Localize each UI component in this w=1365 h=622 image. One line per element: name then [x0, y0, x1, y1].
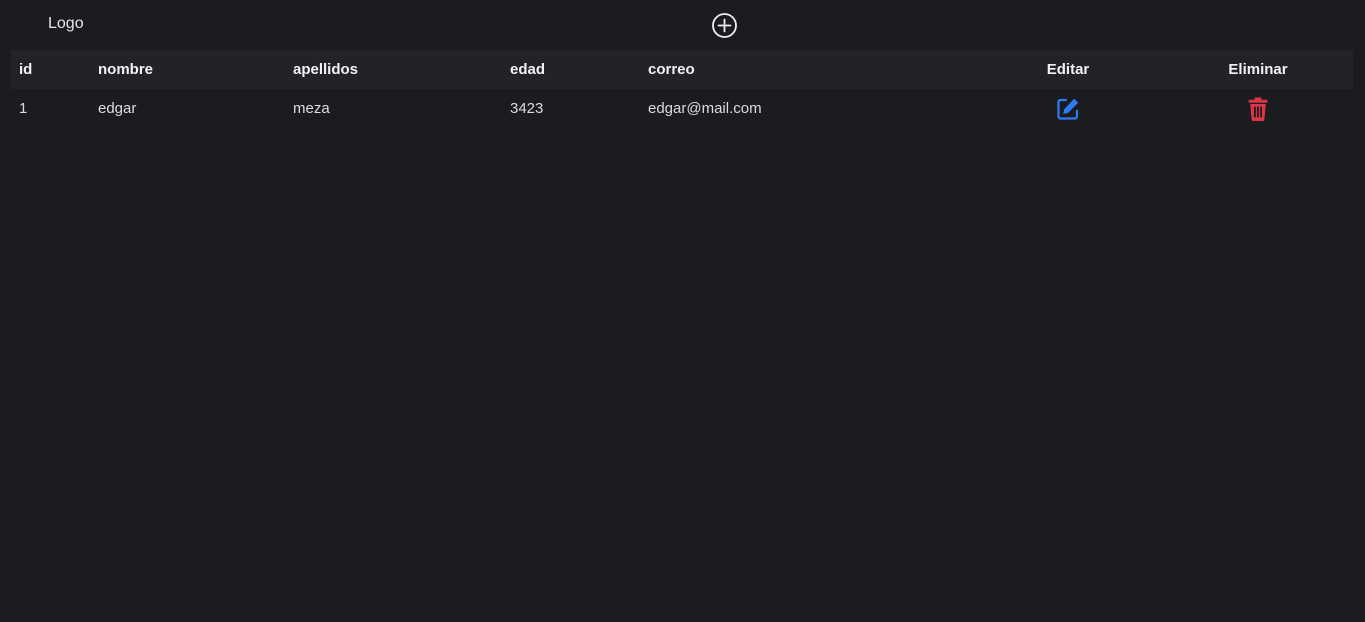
cell-id: 1: [19, 100, 28, 117]
plus-circle-icon[interactable]: [711, 12, 738, 39]
cell-eliminar: [1163, 89, 1353, 128]
logo[interactable]: Logo: [48, 15, 84, 33]
navbar: Logo: [0, 0, 1365, 50]
cell-editar: [973, 89, 1163, 128]
table-row: 1 edgar meza 3423 edgar@mail.com: [11, 89, 1353, 128]
cell-correo: edgar@mail.com: [648, 100, 762, 117]
table-header-row: id nombre apellidos edad correo Editar E…: [11, 50, 1353, 89]
column-header-nombre: nombre: [98, 61, 154, 78]
column-header-correo: correo: [648, 61, 695, 78]
cell-nombre: edgar: [98, 100, 137, 117]
column-header-editar: Editar: [1046, 61, 1090, 78]
column-header-apellidos: apellidos: [293, 61, 359, 78]
cell-edad: 3423: [510, 100, 544, 117]
column-header-eliminar: Eliminar: [1228, 61, 1288, 78]
edit-icon[interactable]: [1055, 96, 1081, 122]
column-header-edad: edad: [510, 61, 546, 78]
users-table: id nombre apellidos edad correo Editar E…: [11, 50, 1353, 128]
trash-icon[interactable]: [1245, 96, 1271, 122]
cell-apellidos: meza: [293, 100, 330, 117]
users-table-container: id nombre apellidos edad correo Editar E…: [11, 50, 1353, 128]
column-header-id: id: [19, 61, 33, 78]
